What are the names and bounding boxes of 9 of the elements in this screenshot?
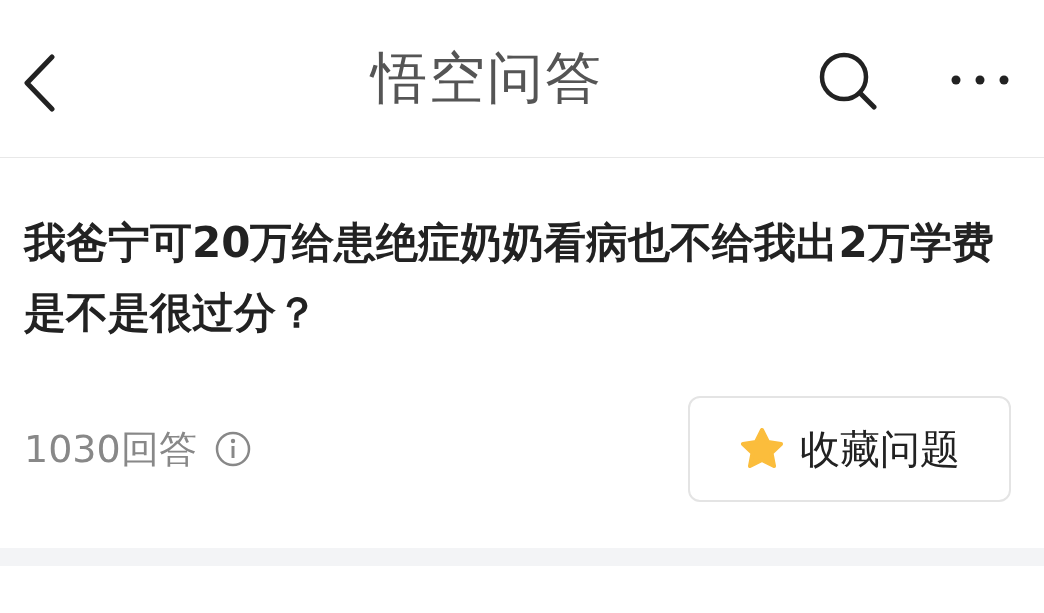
search-icon[interactable] [818, 51, 878, 110]
app-logo: 悟空问答 [368, 43, 604, 112]
more-icon[interactable] [950, 73, 1010, 86]
favorite-button[interactable]: 收藏问题 [688, 396, 1011, 502]
answer-count: 1030回答 [24, 425, 197, 473]
question-title: 我爸宁可20万给患绝症奶奶看病也不给我出2万学费是不是很过分？ [24, 217, 995, 339]
back-icon[interactable] [22, 53, 56, 112]
star-icon [739, 428, 784, 470]
info-icon[interactable] [214, 431, 251, 467]
